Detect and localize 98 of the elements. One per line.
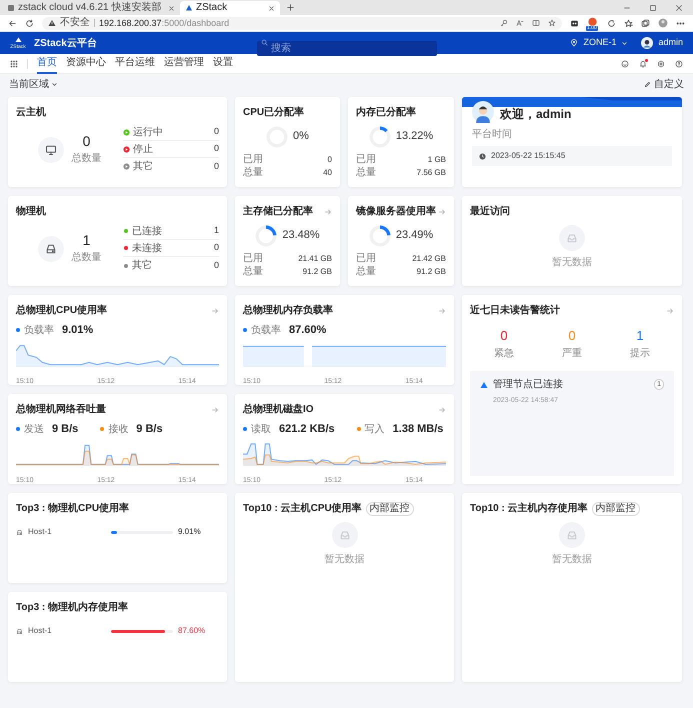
stat-label: 已用 xyxy=(243,252,263,266)
percent-value: 0% xyxy=(293,129,309,144)
empty-message: 暂无数据 xyxy=(324,552,364,567)
alert-level-label: 提示 xyxy=(630,347,650,362)
stat-label: 总量 xyxy=(356,166,376,180)
platform-time: 2023-05-22 15:15:45 xyxy=(491,150,566,162)
usage-value: 87.60% xyxy=(178,625,206,637)
status-count: 1 xyxy=(214,224,219,238)
stat-value: 7.56 GB xyxy=(416,166,446,178)
legend-label: 负载率 xyxy=(24,324,54,338)
alert-title[interactable]: 管理节点已连接 xyxy=(493,377,650,392)
stat-value: 21.42 GB xyxy=(412,252,446,264)
card-title: 物理机 xyxy=(16,204,46,219)
stat-value: 0 xyxy=(328,154,332,166)
total-count: 1 xyxy=(82,232,90,250)
stat-value: 21.41 GB xyxy=(298,252,332,264)
status-count: 0 xyxy=(214,142,219,156)
card-title: Top10 : 云主机CPU使用率 xyxy=(243,501,362,516)
card-title: 总物理机内存负载率 xyxy=(243,303,333,318)
stat-label: 总量 xyxy=(356,264,376,279)
status-label: 运行中 xyxy=(133,126,164,140)
stat-label: 已用 xyxy=(356,153,376,166)
alert-count: 0 xyxy=(568,328,576,344)
card-title: 总物理机CPU使用率 xyxy=(16,303,108,318)
legend-value: 9.01% xyxy=(62,323,94,338)
percent-value: 23.48% xyxy=(282,228,320,244)
legend-value: 621.2 KB/s xyxy=(279,422,335,437)
empty-message: 暂无数据 xyxy=(552,552,592,567)
stat-label: 总量 xyxy=(243,264,263,279)
card-title: 云主机 xyxy=(16,105,46,120)
status-label: 停止 xyxy=(133,142,154,156)
total-count: 0 xyxy=(82,133,90,151)
status-label: 已连接 xyxy=(132,224,163,238)
nav-tab[interactable]: 平台运维 xyxy=(115,54,155,74)
stat-label: 已用 xyxy=(243,153,263,166)
status-count: 0 xyxy=(214,125,219,138)
status-count: 0 xyxy=(214,241,219,254)
card-title: 镜像服务器使用率 xyxy=(356,204,436,219)
card-title: 最近访问 xyxy=(470,204,510,219)
usage-value: 9.01% xyxy=(178,526,201,538)
empty-message: 暂无数据 xyxy=(552,256,592,270)
percent-value: 23.49% xyxy=(396,228,434,244)
stat-value: 1 GB xyxy=(428,154,446,166)
customize-button[interactable]: 自定义 xyxy=(644,76,684,92)
alert-level-label: 严重 xyxy=(562,346,582,362)
stat-value: 91.2 GB xyxy=(416,266,446,278)
card-title: 总物理机磁盘IO xyxy=(243,402,314,417)
legend-value: 87.60% xyxy=(289,323,326,338)
stat-label: 已用 xyxy=(356,252,376,266)
nav-tab[interactable]: 运营管理 xyxy=(164,54,204,74)
card-title: 近七日未读告警统计 xyxy=(470,304,560,318)
card-title: Top3 : 物理机CPU使用率 xyxy=(16,501,130,516)
alert-count: 0 xyxy=(500,328,508,344)
user-name[interactable]: admin xyxy=(658,36,683,50)
legend-label: 读取 xyxy=(251,422,271,437)
card-title: 总物理机网络吞吐量 xyxy=(16,402,106,417)
status-count: 0 xyxy=(214,258,219,272)
alert-level-label: 紧急 xyxy=(494,346,514,362)
card-title: Top10 : 云主机内存使用率 xyxy=(470,501,588,516)
stat-value: 40 xyxy=(323,166,332,178)
legend-label: 接收 xyxy=(108,422,128,437)
nav-tab[interactable]: 资源中心 xyxy=(66,54,106,74)
nav-tab[interactable]: 首页 xyxy=(37,54,57,74)
url-text: 192.168.200.37:5000/dashboard xyxy=(99,18,230,28)
total-label: 总数量 xyxy=(72,250,102,265)
time-label: 平台时间 xyxy=(471,128,513,142)
legend-value: 1.38 MB/s xyxy=(392,422,444,437)
tag: 内部监控 xyxy=(366,502,414,516)
product-title: ZStack云平台 xyxy=(34,36,97,50)
legend-value: 9 B/s xyxy=(52,422,78,437)
security-label: 不安全 xyxy=(60,18,90,28)
host-name: Host-1 xyxy=(28,625,53,637)
card-title: 主存储已分配率 xyxy=(243,204,313,219)
status-label: 未连接 xyxy=(132,242,163,256)
stat-label: 总量 xyxy=(243,166,263,180)
status-label: 其它 xyxy=(132,258,153,273)
card-title: Top3 : 物理机内存使用率 xyxy=(16,600,128,615)
legend-label: 写入 xyxy=(364,422,385,437)
total-label: 总数量 xyxy=(72,152,102,166)
region-selector[interactable]: 当前区域 xyxy=(9,76,58,92)
browser-tab[interactable]: ZStack xyxy=(180,1,280,15)
legend-label: 负载率 xyxy=(251,324,281,338)
status-count: 0 xyxy=(214,160,219,173)
stat-value: 91.2 GB xyxy=(302,266,332,278)
address-field[interactable]: 不安全 192.168.200.37:5000/dashboard xyxy=(42,16,562,30)
legend-label: 发送 xyxy=(24,422,44,437)
legend-value: 9 B/s xyxy=(136,422,163,437)
tag: 内部监控 xyxy=(592,502,640,516)
status-label: 其它 xyxy=(133,160,154,174)
alert-count: 1 xyxy=(636,328,644,344)
welcome-text: 欢迎，admin xyxy=(500,106,572,123)
host-name: Host-1 xyxy=(28,526,53,538)
card-title: 内存已分配率 xyxy=(356,105,416,120)
percent-value: 13.22% xyxy=(396,129,434,144)
zone-selector[interactable]: ZONE-1 xyxy=(583,36,616,50)
card-title: CPU已分配率 xyxy=(243,105,304,120)
nav-tab[interactable]: 设置 xyxy=(213,54,233,74)
search-field[interactable]: 搜索 xyxy=(257,41,437,56)
